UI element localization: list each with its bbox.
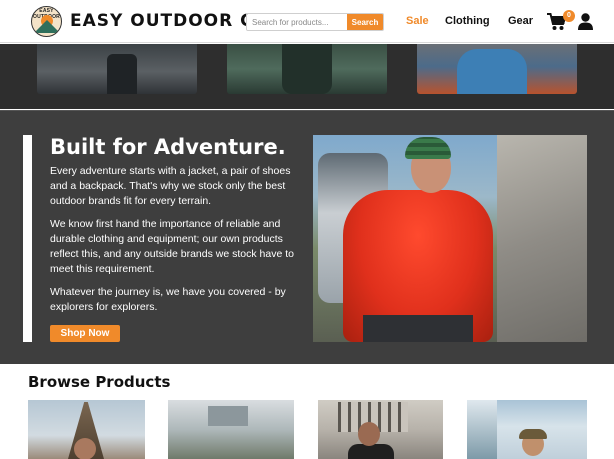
hero-section: Built for Adventure. Every adventure sta… bbox=[0, 110, 614, 364]
hero-paragraph-3: Whatever the journey is, we have you cov… bbox=[50, 286, 286, 313]
cart-count-badge: 0 bbox=[563, 10, 575, 22]
featured-photo-jacket[interactable] bbox=[227, 44, 387, 94]
product-card[interactable] bbox=[467, 400, 587, 459]
search-button[interactable]: Search bbox=[347, 14, 383, 30]
hero-accent-bar bbox=[23, 135, 32, 342]
hero-title: Built for Adventure. bbox=[50, 135, 286, 159]
search-input[interactable] bbox=[247, 14, 347, 30]
hero-paragraph-1: Every adventure starts with a jacket, a … bbox=[50, 165, 291, 207]
nav-clothing-link[interactable]: Clothing bbox=[445, 15, 490, 27]
hero-paragraph-2: We know first hand the importance of rel… bbox=[50, 218, 294, 275]
nav-gear-link[interactable]: Gear bbox=[508, 15, 533, 27]
shop-now-button[interactable]: Shop Now bbox=[50, 325, 120, 342]
logo-badge[interactable]: EASY OUTDOOR bbox=[31, 6, 62, 37]
product-card[interactable] bbox=[318, 400, 443, 459]
featured-photo-hiker[interactable] bbox=[417, 44, 577, 94]
nav-sale-link[interactable]: Sale bbox=[406, 15, 429, 27]
user-icon[interactable] bbox=[578, 13, 593, 30]
browse-products-heading: Browse Products bbox=[28, 373, 171, 391]
product-card[interactable] bbox=[28, 400, 145, 459]
hero-image bbox=[313, 135, 587, 342]
featured-photo-rocks[interactable] bbox=[37, 44, 197, 94]
logo-mountain-icon bbox=[34, 20, 60, 33]
featured-strip bbox=[0, 44, 614, 109]
product-card[interactable] bbox=[168, 400, 294, 459]
search-bar: Search bbox=[246, 13, 384, 31]
site-header: EASY OUTDOOR EASY OUTDOOR CO. Search Sal… bbox=[0, 0, 614, 43]
